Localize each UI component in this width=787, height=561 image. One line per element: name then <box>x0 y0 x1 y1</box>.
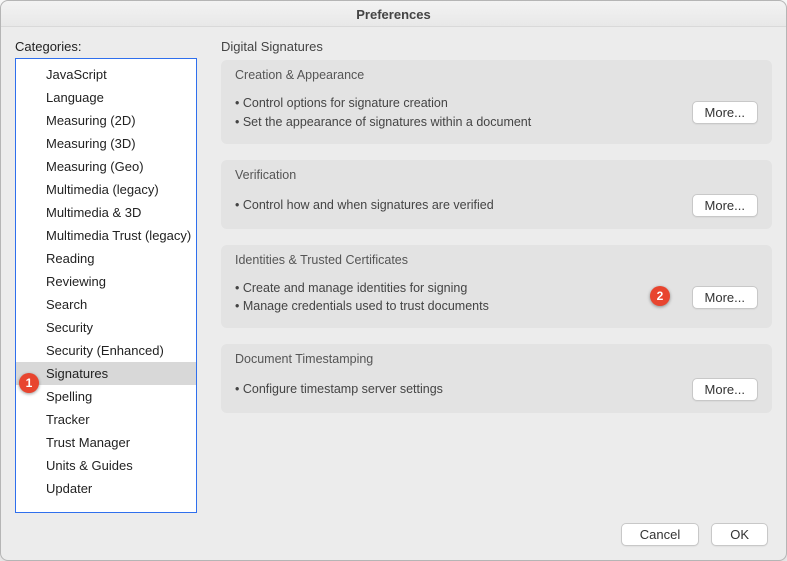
annotation-2: 2 <box>650 286 670 306</box>
window-body: Categories: JavaScriptLanguageMeasuring … <box>1 27 786 513</box>
category-item[interactable]: Language <box>16 86 196 109</box>
category-item[interactable]: Search <box>16 293 196 316</box>
category-item[interactable]: Tracker <box>16 408 196 431</box>
group-bullet: • Manage credentials used to trust docum… <box>235 297 680 316</box>
sidebar: Categories: JavaScriptLanguageMeasuring … <box>15 39 197 513</box>
settings-group: Creation & Appearance • Control options f… <box>221 60 772 144</box>
group-title: Identities & Trusted Certificates <box>233 245 760 273</box>
group-bullet: • Create and manage identities for signi… <box>235 279 680 298</box>
section-heading: Digital Signatures <box>221 39 772 54</box>
group-body: • Create and manage identities for signi… <box>233 273 760 317</box>
group-description: • Create and manage identities for signi… <box>235 279 680 317</box>
category-item[interactable]: Signatures <box>16 362 196 385</box>
group-bullet: • Set the appearance of signatures withi… <box>235 113 680 132</box>
cancel-button[interactable]: Cancel <box>621 523 699 546</box>
more-button[interactable]: More... <box>692 194 758 217</box>
group-bullet: • Control how and when signatures are ve… <box>235 196 680 215</box>
more-button[interactable]: More... <box>692 378 758 401</box>
category-item[interactable]: Trust Manager <box>16 431 196 454</box>
category-item[interactable]: Updater <box>16 477 196 500</box>
main-panel: Digital Signatures Creation & Appearance… <box>221 39 772 513</box>
category-item[interactable]: Reviewing <box>16 270 196 293</box>
category-item[interactable]: Multimedia & 3D <box>16 201 196 224</box>
category-item[interactable]: Units & Guides <box>16 454 196 477</box>
settings-group: Document Timestamping• Configure timesta… <box>221 344 772 413</box>
group-bullet: • Configure timestamp server settings <box>235 380 680 399</box>
group-description: • Configure timestamp server settings <box>235 380 680 399</box>
group-description: • Control options for signature creation… <box>235 94 680 132</box>
group-body: • Control options for signature creation… <box>233 88 760 132</box>
category-item[interactable]: Spelling <box>16 385 196 408</box>
settings-group: Verification • Control how and when signa… <box>221 160 772 229</box>
category-item[interactable]: Measuring (Geo) <box>16 155 196 178</box>
group-title: Document Timestamping <box>233 344 760 372</box>
group-body: • Configure timestamp server settings Mor… <box>233 372 760 401</box>
categories-label: Categories: <box>15 39 197 54</box>
category-item[interactable]: JavaScript <box>16 63 196 86</box>
preferences-window: Preferences Categories: JavaScriptLangua… <box>0 0 787 561</box>
annotation-1: 1 <box>19 373 39 393</box>
group-title: Verification <box>233 160 760 188</box>
window-title: Preferences <box>1 1 786 27</box>
category-item[interactable]: Multimedia Trust (legacy) <box>16 224 196 247</box>
category-item[interactable]: Security <box>16 316 196 339</box>
group-description: • Control how and when signatures are ve… <box>235 196 680 215</box>
category-item[interactable]: Security (Enhanced) <box>16 339 196 362</box>
categories-list[interactable]: JavaScriptLanguageMeasuring (2D)Measurin… <box>15 58 197 513</box>
settings-group: Identities & Trusted Certificates • Creat… <box>221 245 772 329</box>
group-body: • Control how and when signatures are ve… <box>233 188 760 217</box>
dialog-footer: Cancel OK <box>1 513 786 560</box>
more-button[interactable]: More... <box>692 101 758 124</box>
group-title: Creation & Appearance <box>233 60 760 88</box>
groups-container: Creation & Appearance • Control options f… <box>221 60 772 429</box>
ok-button[interactable]: OK <box>711 523 768 546</box>
category-item[interactable]: Reading <box>16 247 196 270</box>
more-button[interactable]: More... <box>692 286 758 309</box>
category-item[interactable]: Measuring (3D) <box>16 132 196 155</box>
category-item[interactable]: Multimedia (legacy) <box>16 178 196 201</box>
category-item[interactable]: Measuring (2D) <box>16 109 196 132</box>
group-bullet: • Control options for signature creation <box>235 94 680 113</box>
